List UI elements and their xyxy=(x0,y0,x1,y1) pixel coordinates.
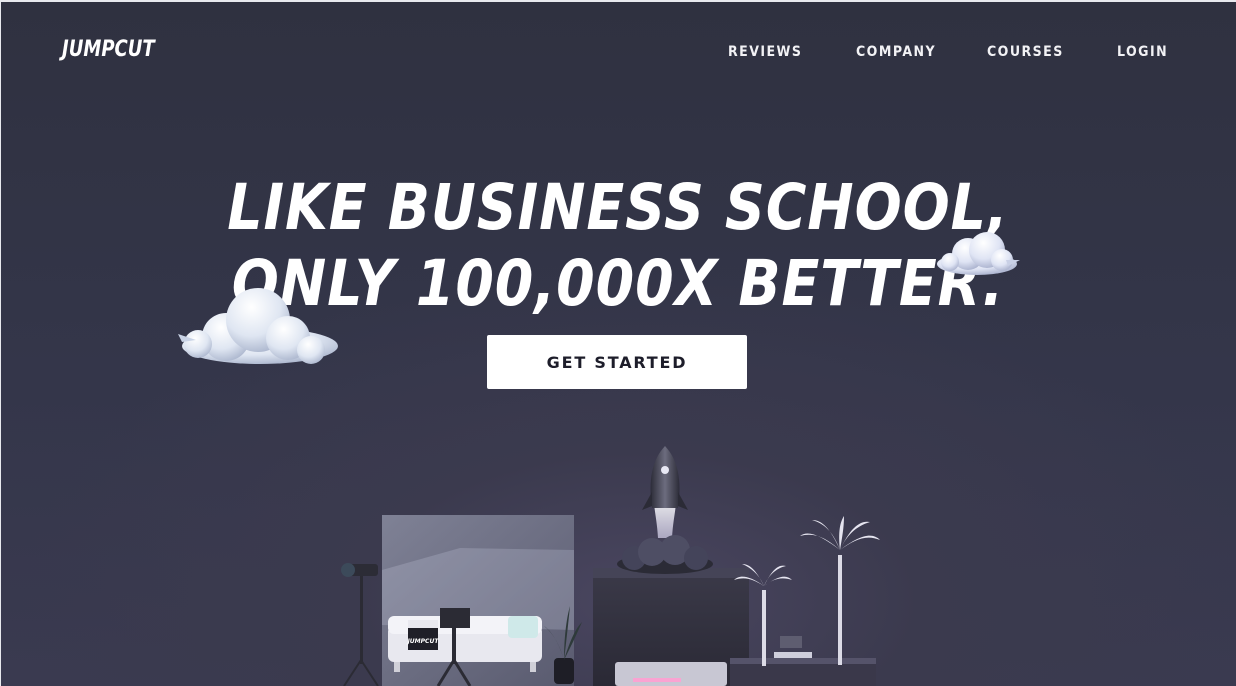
get-started-button[interactable]: GET STARTED xyxy=(487,335,747,389)
neon-box xyxy=(615,662,727,686)
clapperboard: JUMPCUT xyxy=(407,620,440,650)
cloud-left-illustration xyxy=(178,288,338,364)
camera-body xyxy=(440,608,470,628)
rocket xyxy=(650,446,680,508)
nav-link-reviews[interactable]: REVIEWS xyxy=(728,44,802,60)
palm-tree-large xyxy=(800,516,880,550)
nav-link-company[interactable]: COMPANY xyxy=(856,44,936,60)
nav-link-courses[interactable]: COURSES xyxy=(987,44,1064,60)
clapper-text: JUMPCUT xyxy=(407,638,440,645)
top-nav: REVIEWS COMPANY COURSES LOGIN xyxy=(0,44,1236,64)
nav-link-login[interactable]: LOGIN xyxy=(1117,44,1168,60)
cloud-right-illustration xyxy=(937,232,1020,275)
studio-scene-illustration: JUMPCUT xyxy=(341,446,880,686)
